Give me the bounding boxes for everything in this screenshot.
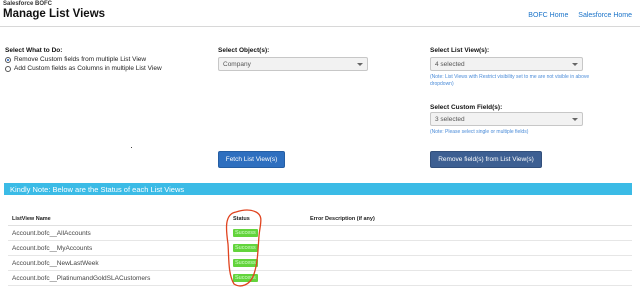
header-divider xyxy=(0,26,640,27)
status-badge: Success xyxy=(233,229,258,237)
row-listview-name: Account.bofc__AllAccounts xyxy=(12,229,91,237)
list-views-select[interactable]: 4 selected xyxy=(430,57,583,71)
manage-list-views-page: Salesforce BOFC Manage List Views BOFC H… xyxy=(0,0,640,288)
custom-fields-note: (Note: Please select single or multiple … xyxy=(430,129,529,135)
table-row: Account.bofc__NewLastWeek Success xyxy=(8,256,632,271)
radio-add-label: Add Custom fields as Columns in multiple… xyxy=(14,65,162,72)
top-nav: BOFC Home Salesforce Home xyxy=(520,12,632,19)
row-listview-name: Account.bofc__MyAccounts xyxy=(12,244,93,252)
objects-select[interactable]: Company xyxy=(218,57,368,71)
list-views-label: Select List View(s): xyxy=(430,47,490,54)
custom-fields-label: Select Custom Field(s): xyxy=(430,104,503,111)
header-status: Status xyxy=(233,215,250,222)
salesforce-home-link[interactable]: Salesforce Home xyxy=(578,12,632,19)
page-title: Manage List Views xyxy=(3,8,106,20)
radio-remove-label: Remove Custom fields from multiple List … xyxy=(14,56,147,63)
table-row: Account.bofc__MyAccounts Success xyxy=(8,241,632,256)
row-listview-name: Account.bofc__PlatinumandGoldSLACustomer… xyxy=(12,274,151,282)
custom-fields-select-value: 3 selected xyxy=(435,115,465,123)
list-views-note: (Note: List Views with Restrict visibili… xyxy=(430,74,590,87)
header-error: Error Description (if any) xyxy=(310,215,375,222)
status-badge: Success xyxy=(233,244,258,252)
list-views-select-value: 4 selected xyxy=(435,60,465,68)
brand-label: Salesforce BOFC xyxy=(3,1,53,7)
fetch-list-views-button[interactable]: Fetch List View(s) xyxy=(218,151,285,168)
what-to-do-label: Select What to Do: xyxy=(5,47,63,54)
radio-checked-icon[interactable] xyxy=(5,56,11,63)
chevron-down-icon xyxy=(572,118,578,121)
custom-fields-select[interactable]: 3 selected xyxy=(430,112,583,126)
radio-add-fields[interactable]: Add Custom fields as Columns in multiple… xyxy=(5,65,162,72)
chevron-down-icon xyxy=(572,63,578,66)
chevron-down-icon xyxy=(357,63,363,66)
table-row: Account.bofc__AllAccounts Success xyxy=(8,226,632,241)
remove-fields-button[interactable]: Remove field(s) from List View(s) xyxy=(430,151,542,168)
row-listview-name: Account.bofc__NewLastWeek xyxy=(12,259,99,267)
table-header: ListView Name Status Error Description (… xyxy=(8,212,632,226)
status-badge: Success xyxy=(233,259,258,267)
status-banner: Kindly Note: Below are the Status of eac… xyxy=(4,183,632,195)
radio-unchecked-icon[interactable] xyxy=(5,65,11,72)
status-badge: Success xyxy=(233,274,258,282)
table-row: Account.bofc__PlatinumandGoldSLACustomer… xyxy=(8,271,632,286)
status-table: ListView Name Status Error Description (… xyxy=(8,212,632,286)
bofc-home-link[interactable]: BOFC Home xyxy=(528,12,568,19)
objects-label: Select Object(s): xyxy=(218,47,270,54)
header-listview-name: ListView Name xyxy=(12,215,51,222)
radio-remove-fields[interactable]: Remove Custom fields from multiple List … xyxy=(5,56,146,63)
objects-select-value: Company xyxy=(223,60,251,68)
stray-dot xyxy=(131,147,132,148)
